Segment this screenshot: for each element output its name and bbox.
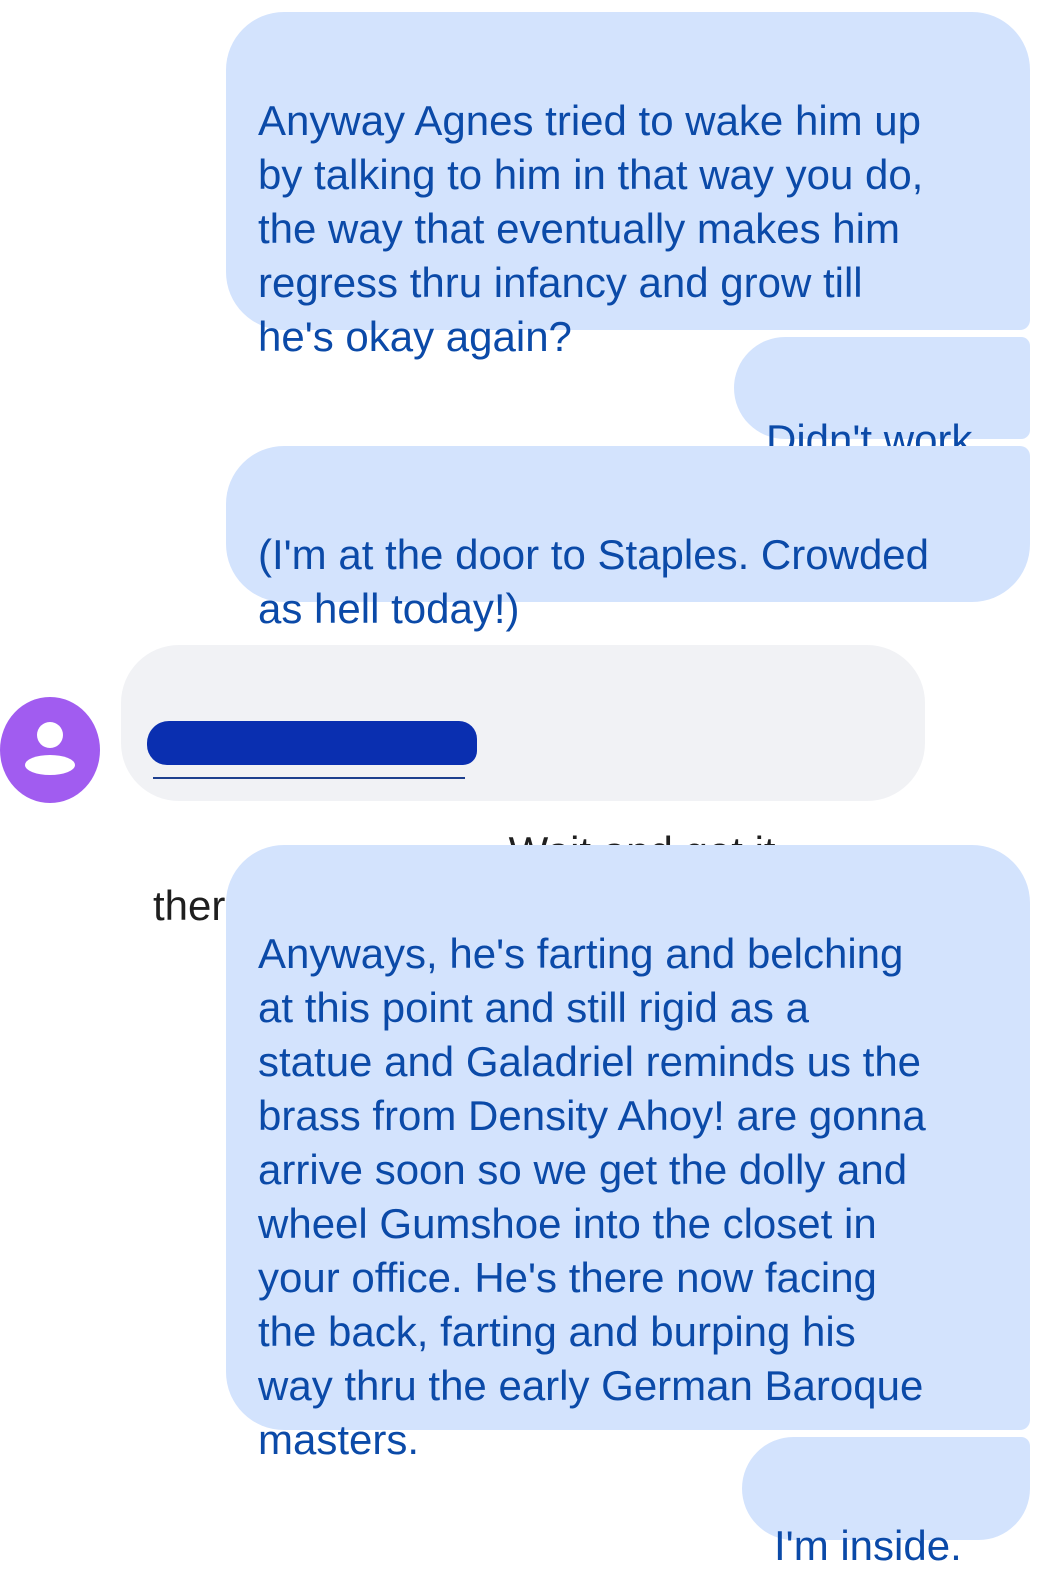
person-icon bbox=[25, 722, 75, 775]
sent-message[interactable]: Anyways, he's farting and belching at th… bbox=[226, 845, 1030, 1463]
message-text: I'm inside. bbox=[774, 1522, 962, 1569]
received-message[interactable]: - Wait and get it there bbox=[121, 645, 925, 929]
sent-message[interactable]: Didn't work. bbox=[734, 337, 1030, 463]
message-text: Anyways, he's farting and belching at th… bbox=[258, 930, 926, 1463]
sent-message[interactable]: Anyway Agnes tried to wake him up by tal… bbox=[226, 12, 1030, 360]
sent-message[interactable]: I'm inside. bbox=[742, 1437, 1030, 1569]
sent-message[interactable]: (I'm at the door to Staples. Crowded as … bbox=[226, 446, 1030, 632]
message-text: (I'm at the door to Staples. Crowded as … bbox=[258, 531, 930, 632]
message-text: Anyway Agnes tried to wake him up by tal… bbox=[258, 97, 924, 360]
contact-avatar[interactable] bbox=[0, 697, 100, 803]
redacted-sender-mark bbox=[147, 721, 479, 779]
